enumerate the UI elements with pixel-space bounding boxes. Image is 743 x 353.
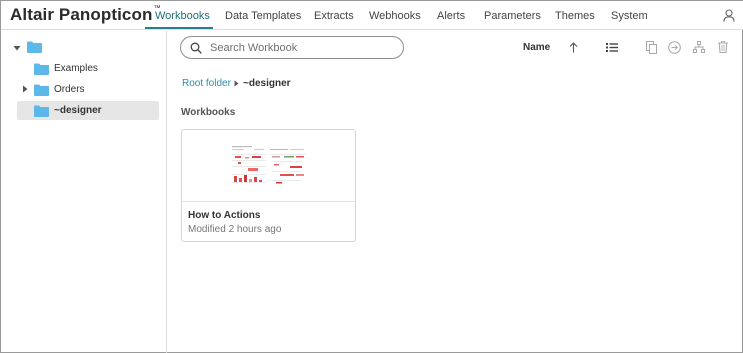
tab-system[interactable]: System <box>611 10 648 22</box>
tree-item-examples[interactable]: Examples <box>17 59 159 78</box>
hierarchy-icon[interactable] <box>693 41 705 53</box>
app-logo: Altair Panopticon™ <box>10 5 161 24</box>
search-icon <box>190 42 202 54</box>
tree-item-label: ~designer <box>54 105 102 116</box>
tree-item-label: Orders <box>54 84 85 95</box>
tab-workbooks[interactable]: Workbooks <box>155 10 210 22</box>
workbook-thumbnail-area <box>182 130 355 202</box>
tab-themes[interactable]: Themes <box>555 10 595 22</box>
user-icon[interactable] <box>723 9 735 22</box>
workbook-title: How to Actions <box>188 210 261 221</box>
tab-webhooks[interactable]: Webhooks <box>369 10 421 22</box>
caret-right-icon[interactable] <box>21 85 29 93</box>
active-tab-indicator <box>145 27 213 29</box>
top-bar: Altair Panopticon™ Workbooks Data Templa… <box>1 1 743 30</box>
folder-icon <box>34 105 49 117</box>
workbook-modified: Modified 2 hours ago <box>188 224 282 235</box>
section-title: Workbooks <box>181 107 236 118</box>
sort-ascending-icon[interactable] <box>569 42 578 53</box>
trash-icon[interactable] <box>718 41 728 53</box>
tab-parameters[interactable]: Parameters <box>484 10 541 22</box>
copy-icon[interactable] <box>646 41 657 54</box>
folder-tree-panel: Examples Orders ~designer <box>1 31 167 353</box>
move-icon[interactable] <box>668 41 681 54</box>
tree-item-orders[interactable]: Orders <box>17 80 159 99</box>
list-view-icon[interactable] <box>606 42 618 53</box>
tab-alerts[interactable]: Alerts <box>437 10 465 22</box>
sort-field-button[interactable]: Name <box>523 42 550 53</box>
tree-item-designer[interactable]: ~designer <box>17 101 159 120</box>
breadcrumb-current: ~designer <box>243 78 291 89</box>
workbook-card[interactable]: How to Actions Modified 2 hours ago <box>181 129 356 242</box>
search-input[interactable]: Search Workbook <box>180 36 404 59</box>
tab-data-templates[interactable]: Data Templates <box>225 10 301 22</box>
tree-item-label: Examples <box>54 63 98 74</box>
workbook-thumbnail <box>230 144 308 188</box>
folder-icon <box>27 41 42 53</box>
caret-right-icon <box>234 80 239 87</box>
tree-item-root[interactable] <box>9 38 159 57</box>
folder-icon <box>34 63 49 75</box>
caret-down-icon[interactable] <box>13 44 21 52</box>
app-window: Altair Panopticon™ Workbooks Data Templa… <box>0 0 743 353</box>
tab-extracts[interactable]: Extracts <box>314 10 354 22</box>
breadcrumb-root-link[interactable]: Root folder <box>182 78 231 89</box>
search-placeholder: Search Workbook <box>210 42 298 54</box>
folder-icon <box>34 84 49 96</box>
